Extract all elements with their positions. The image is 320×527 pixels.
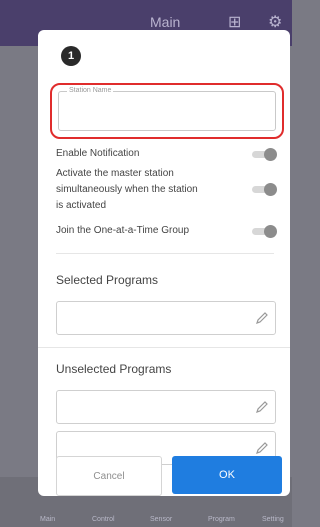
- toggle-knob: [264, 225, 277, 238]
- unselected-programs-field[interactable]: [56, 390, 276, 424]
- dialog-footer: Cancel OK: [38, 452, 290, 496]
- station-name-placeholder: Station Name: [67, 87, 114, 94]
- add-schedule-icon[interactable]: ⊞: [228, 12, 241, 32]
- activate-master-label-line3: is activated: [56, 200, 107, 211]
- edit-pencil-icon[interactable]: [255, 311, 269, 325]
- enable-notification-label: Enable Notification: [56, 148, 140, 159]
- nav-item-setting[interactable]: Setting: [262, 516, 284, 523]
- app-bar-title: Main: [150, 14, 181, 30]
- unselected-programs-title: Unselected Programs: [56, 362, 172, 376]
- section-divider: [38, 347, 290, 348]
- selected-programs-title: Selected Programs: [56, 273, 159, 287]
- cancel-button[interactable]: Cancel: [56, 456, 162, 496]
- selected-programs-field[interactable]: [56, 301, 276, 335]
- nav-item-sensor[interactable]: Sensor: [150, 516, 172, 523]
- one-at-a-time-label: Join the One-at-a-Time Group: [56, 225, 190, 236]
- section-divider: [56, 253, 274, 254]
- nav-item-control[interactable]: Control: [92, 516, 115, 523]
- station-name-highlight: Station Name: [50, 83, 284, 139]
- toggle-knob: [264, 183, 277, 196]
- edit-pencil-icon[interactable]: [255, 400, 269, 414]
- station-settings-dialog: 1 Station Name Enable Notification Activ…: [38, 30, 290, 496]
- activate-master-toggle[interactable]: [252, 183, 278, 196]
- nav-item-program[interactable]: Program: [208, 516, 235, 523]
- enable-notification-toggle[interactable]: [252, 148, 278, 161]
- settings-icon[interactable]: ⚙: [268, 12, 282, 32]
- step-number-badge: 1: [61, 46, 81, 66]
- station-name-input[interactable]: Station Name: [58, 87, 276, 131]
- toggle-knob: [264, 148, 277, 161]
- one-at-a-time-toggle[interactable]: [252, 225, 278, 238]
- activate-master-label-line1: Activate the master station: [56, 168, 174, 179]
- nav-item-main[interactable]: Main: [40, 516, 55, 523]
- activate-master-label-line2: simultaneously when the station: [56, 184, 198, 195]
- ok-button[interactable]: OK: [172, 456, 282, 494]
